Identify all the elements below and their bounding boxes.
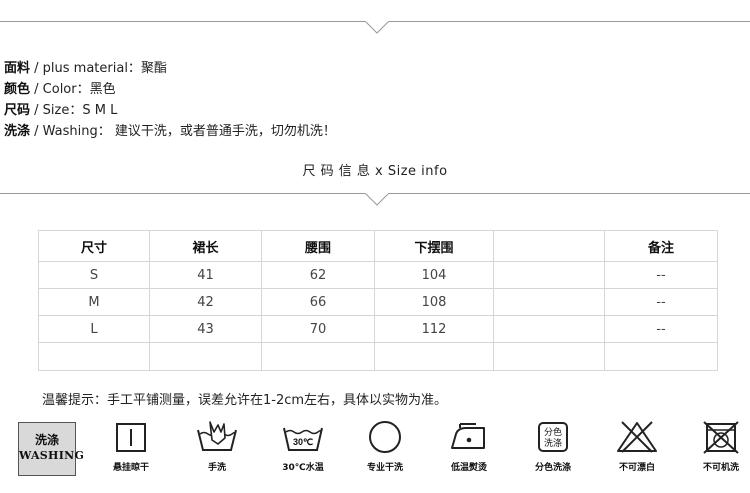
table-cell (493, 288, 605, 316)
table-cell: S (38, 261, 150, 289)
header-remarks: 备注 (604, 230, 718, 262)
table-cell (493, 261, 605, 289)
care-item-dry-clean: 专业干洗 (350, 420, 420, 473)
care-label: 悬挂晾干 (112, 463, 149, 473)
spec-washing-sep: / Washing： (30, 124, 111, 139)
table-cell (261, 342, 375, 371)
size-table: 尺寸 裙长 腰围 下摆围 备注 S 41 62 104 -- M 42 66 1… (38, 230, 718, 371)
no-bleach-icon (617, 421, 657, 453)
table-cell (493, 342, 605, 371)
spec-color-sep: / Color： (30, 82, 90, 97)
care-label: 低温熨烫 (450, 463, 487, 473)
table-cell: 104 (374, 261, 494, 289)
table-cell: L (38, 315, 150, 343)
table-cell: -- (604, 288, 718, 316)
spec-washing-label: 洗涤 (4, 124, 31, 139)
spec-size-sep: / Size： (30, 103, 83, 118)
spec-color-value: 黑色 (89, 82, 116, 97)
header-hem: 下摆围 (374, 230, 494, 262)
divider-notch-icon (365, 193, 389, 206)
washing-badge-cn: 洗涤 (34, 433, 59, 447)
spec-material-label: 面料 (4, 61, 31, 76)
table-cell: -- (604, 315, 718, 343)
separate-color-wash-icon: 分色 洗涤 (538, 422, 568, 452)
hang-dry-icon (116, 423, 146, 452)
table-cell: 108 (374, 288, 494, 316)
spec-size-label: 尺码 (4, 103, 31, 118)
care-label: 不可漂白 (618, 463, 655, 473)
care-item-no-machine-wash: 不可机洗 (686, 420, 750, 473)
care-label: 专业干洗 (366, 463, 403, 473)
header-size: 尺寸 (38, 230, 150, 262)
table-cell: M (38, 288, 150, 316)
divider-notch-icon (365, 21, 389, 34)
care-item-separate-color: 分色 洗涤 分色洗涤 (518, 420, 588, 473)
table-cell: 70 (261, 315, 375, 343)
care-label: 手洗 (207, 463, 226, 473)
care-item-no-bleach: 不可漂白 (602, 420, 672, 473)
care-item-low-iron: 低温熨烫 (434, 420, 504, 473)
table-cell (374, 342, 494, 371)
middle-divider (0, 193, 750, 207)
washing-badge: 洗涤 WASHING (18, 422, 85, 476)
table-row: S 41 62 104 -- (38, 261, 718, 289)
low-temp-iron-icon (451, 423, 485, 449)
table-row: M 42 66 108 -- (38, 288, 718, 316)
care-item-hand-wash: 手洗 (182, 420, 252, 473)
spec-color-label: 颜色 (4, 82, 31, 97)
care-label: 分色洗涤 (534, 463, 571, 473)
table-header-row: 尺寸 裙长 腰围 下摆围 备注 (38, 230, 718, 262)
separate-text-1: 分色 (544, 426, 562, 438)
spec-material-value: 聚酯 (140, 61, 167, 76)
top-divider (0, 21, 750, 35)
table-cell: 62 (261, 261, 375, 289)
spec-washing-value: 建议干洗，或者普通手洗，切勿机洗！ (110, 124, 336, 139)
spec-washing: 洗涤 / Washing： 建议干洗，或者普通手洗，切勿机洗！ (4, 123, 336, 140)
spec-size: 尺码 / Size：S M L (4, 102, 117, 119)
table-row (38, 342, 718, 371)
table-cell (38, 342, 150, 371)
size-info-title: 尺 码 信 息 x Size info (302, 164, 448, 179)
separate-text-2: 洗涤 (544, 437, 562, 449)
care-label: 30℃水温 (282, 463, 324, 473)
spec-color: 颜色 / Color：黑色 (4, 81, 116, 98)
table-row: L 43 70 112 -- (38, 315, 718, 343)
care-label: 不可机洗 (702, 463, 739, 473)
table-cell (604, 342, 718, 371)
table-cell: 112 (374, 315, 494, 343)
spec-material: 面料 / plus material：聚酯 (4, 60, 167, 77)
care-item-wash-30: 30℃ 30℃水温 (268, 420, 338, 473)
no-machine-wash-icon (703, 421, 739, 454)
wash-temp-text: 30℃ (293, 437, 313, 447)
professional-dry-clean-icon (369, 421, 401, 453)
table-cell: 66 (261, 288, 375, 316)
header-skirt-length: 裙长 (149, 230, 262, 262)
wash-30c-icon: 30℃ (283, 427, 323, 451)
header-blank (493, 230, 605, 262)
care-item-hang-dry: 悬挂晾干 (96, 420, 166, 473)
table-cell: 43 (149, 315, 262, 343)
table-cell (149, 342, 262, 371)
spec-size-value: S M L (82, 103, 118, 118)
table-cell: 42 (149, 288, 262, 316)
table-cell: 41 (149, 261, 262, 289)
header-waist: 腰围 (261, 230, 375, 262)
table-cell: -- (604, 261, 718, 289)
table-cell (493, 315, 605, 343)
measurement-note: 温馨提示：手工平铺测量，误差允许在1-2cm左右，具体以实物为准。 (42, 393, 448, 408)
hand-wash-icon (197, 421, 237, 451)
washing-badge-en: WASHING (19, 449, 85, 462)
spec-material-sep: / plus material： (30, 61, 141, 76)
